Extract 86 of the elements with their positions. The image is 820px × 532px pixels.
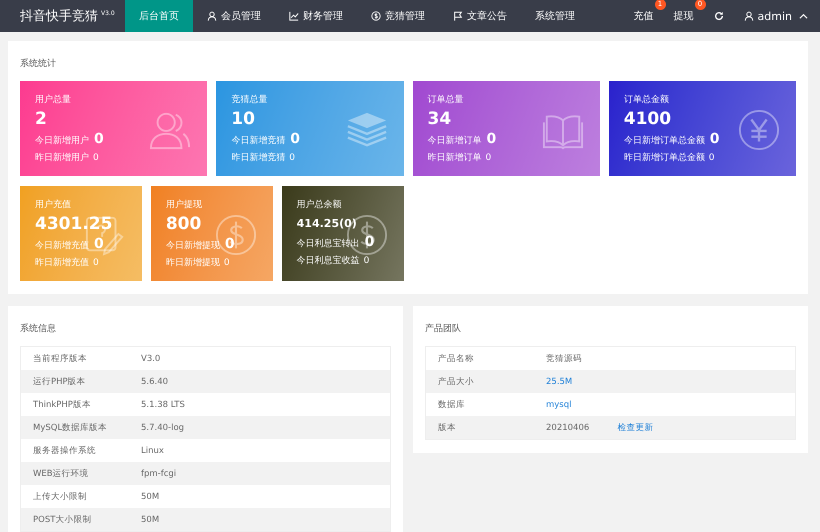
stat-title: 用户总量 bbox=[35, 94, 72, 106]
table-cell-text: 版本 bbox=[438, 422, 457, 434]
table-cell-text: 上传大小限制 bbox=[33, 490, 88, 502]
table-cell: 20210406 bbox=[546, 422, 590, 432]
yen-icon bbox=[738, 109, 780, 151]
table-cell: V3.0 bbox=[141, 354, 160, 364]
stat-value: 0 bbox=[486, 153, 492, 163]
stat-label: 今日新增竞猜 bbox=[231, 134, 286, 147]
stat-label: 今日利息宝收益 bbox=[296, 254, 360, 267]
user-menu[interactable]: admin bbox=[744, 10, 808, 22]
table-cell-text: POST大小限制 bbox=[33, 514, 92, 526]
stat-label: 今日利息宝转出 bbox=[296, 238, 360, 250]
table-cell: fpm-fcgi bbox=[141, 468, 176, 478]
stat-value: 10 bbox=[231, 108, 256, 130]
user-icon bbox=[744, 11, 754, 21]
stat-value: 4100 bbox=[624, 108, 672, 130]
table-cell[interactable]: 25.5M bbox=[546, 376, 572, 386]
stat-label: 今日新增订单 bbox=[428, 134, 482, 147]
stat-value: 0 bbox=[364, 234, 374, 250]
table-cell-text: 运行PHP版本 bbox=[33, 376, 87, 388]
stat-title: 用户充值 bbox=[35, 198, 72, 211]
app-logo: 抖音快手竞猜 $^{V3.0}$ bbox=[19, 8, 116, 25]
stat-value: 0 bbox=[224, 236, 235, 252]
stat-value: 0 bbox=[290, 131, 300, 147]
nav-tab[interactable]: 后台首页 bbox=[125, 0, 193, 32]
nav-tab[interactable]: 会员管理 bbox=[193, 0, 275, 32]
stat-label: 昨日新增订单总金额 bbox=[624, 152, 705, 164]
stat-label: 今日新增充值 bbox=[35, 240, 89, 252]
table-cell[interactable]: mysql bbox=[546, 400, 572, 410]
table-cell-text: 产品名称 bbox=[438, 352, 475, 364]
refresh-icon[interactable] bbox=[714, 11, 724, 21]
panel-title: 系统信息 bbox=[20, 322, 57, 335]
stat-value: 414.25(0) bbox=[296, 217, 358, 231]
table-cell-text: 数据库 bbox=[438, 398, 466, 410]
stat-label: 昨日新增充值 bbox=[35, 256, 89, 269]
stat-label: 今日新增用户 bbox=[35, 134, 89, 147]
stat-label: 昨日新增订单 bbox=[428, 152, 482, 164]
table-cell-text: WEB运行环境 bbox=[33, 468, 90, 480]
table-cell: 5.6.40 bbox=[141, 376, 168, 386]
stat-value: 0 bbox=[94, 236, 104, 252]
stat-label: 昨日新增提现 bbox=[166, 256, 220, 269]
table-cell: 5.1.38 LTS bbox=[141, 400, 185, 410]
coin-icon bbox=[371, 11, 381, 21]
stat-value: 0 bbox=[710, 131, 720, 147]
table-cell-text: MySQL数据库版本 bbox=[33, 422, 108, 434]
stat-value: 0 bbox=[224, 258, 230, 268]
stat-value: 0 bbox=[708, 153, 714, 163]
stat-value: 0 bbox=[94, 131, 104, 147]
table-cell-text: 服务器操作系统 bbox=[33, 444, 97, 456]
table-cell: 50M bbox=[141, 514, 160, 524]
stat-title: 订单总金额 bbox=[624, 94, 670, 106]
table-cell: 5.7.40-log bbox=[141, 422, 184, 432]
table-cell: 50M bbox=[141, 492, 160, 502]
stat-value: 0 bbox=[93, 258, 99, 268]
stat-value: 2 bbox=[35, 108, 48, 130]
stat-value: 34 bbox=[428, 108, 452, 130]
line-chart-icon bbox=[289, 11, 299, 21]
panel-title: 系统统计 bbox=[20, 58, 57, 70]
stat-title: 竞猜总量 bbox=[231, 94, 268, 106]
stat-label: 今日新增订单总金额 bbox=[624, 134, 705, 147]
caret-icon bbox=[799, 13, 808, 19]
stat-label: 今日新增提现 bbox=[166, 240, 220, 252]
update-link[interactable]: 检查更新 bbox=[617, 422, 654, 434]
user-icon bbox=[207, 11, 217, 21]
stat-title: 用户提现 bbox=[166, 198, 203, 211]
stat-label: 昨日新增用户 bbox=[35, 152, 89, 164]
panel-title: 产品团队 bbox=[425, 322, 462, 335]
stat-value: 0 bbox=[289, 153, 295, 163]
nav-tab[interactable]: 文章公告 bbox=[439, 0, 521, 32]
nav-tab[interactable]: 系统管理 bbox=[521, 0, 589, 32]
nav-tab[interactable]: 财务管理 bbox=[275, 0, 357, 32]
table-cell-text: 产品大小 bbox=[438, 376, 475, 388]
stat-value: 0 bbox=[486, 131, 496, 147]
table-cell-text: ThinkPHP版本 bbox=[33, 398, 92, 410]
table-cell: Linux bbox=[141, 446, 164, 456]
stat-value: 0 bbox=[93, 153, 99, 163]
stat-title: 用户总余额 bbox=[296, 198, 343, 211]
table-cell-text: 当前程序版本 bbox=[33, 352, 88, 364]
stat-value: 0 bbox=[364, 256, 370, 266]
stat-value: 4301.25 bbox=[35, 213, 114, 235]
flag-icon bbox=[453, 11, 463, 21]
table-cell: 竞猜源码 bbox=[546, 352, 582, 364]
stat-title: 订单总量 bbox=[428, 94, 464, 106]
stat-label: 昨日新增竞猜 bbox=[231, 152, 286, 164]
stat-value: 800 bbox=[166, 213, 202, 235]
nav-tab[interactable]: 竞猜管理 bbox=[357, 0, 439, 32]
